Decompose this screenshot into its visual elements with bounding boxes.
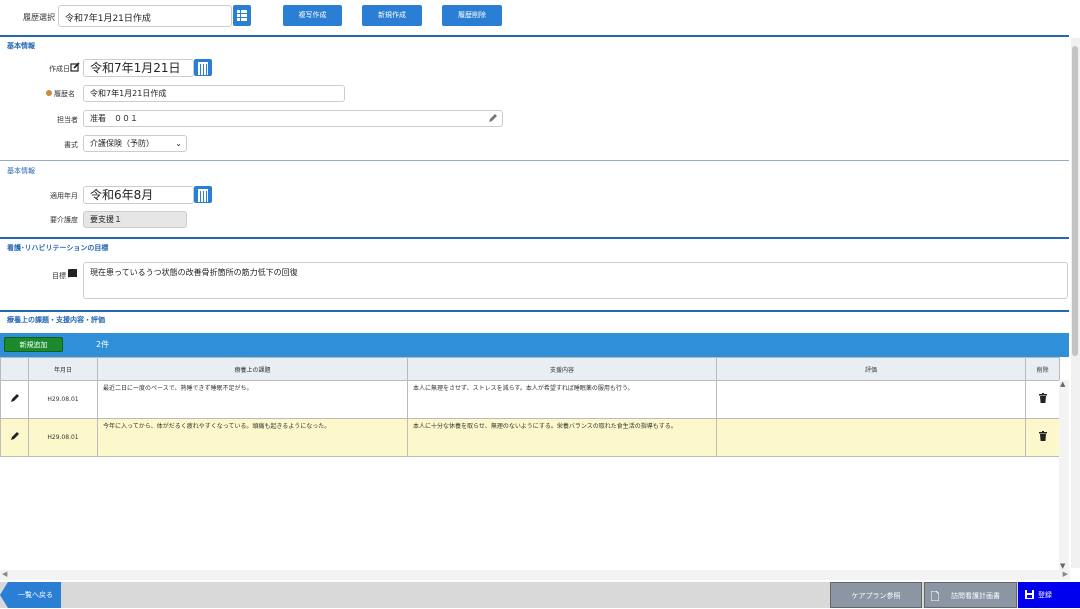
pencil-icon[interactable]: [10, 393, 20, 403]
book-icon: [68, 269, 77, 278]
edit-note-icon: [70, 62, 80, 72]
delete-cell[interactable]: [1025, 380, 1060, 419]
care-level-value: 要支援１: [83, 211, 187, 228]
scroll-right-icon[interactable]: ▶: [1063, 570, 1068, 578]
horizontal-scrollbar[interactable]: ◀ ▶: [0, 570, 1070, 580]
back-to-list-button[interactable]: 一覧へ戻る: [0, 582, 61, 608]
date-cell: H29.08.01: [28, 380, 98, 419]
issues-table: 年月日 療養上の課題 支援内容 評価 削除 H29.08.01 最近二日に一度の…: [0, 357, 1060, 457]
format-label: 書式: [64, 141, 78, 149]
calendar-icon[interactable]: [194, 186, 212, 203]
history-name-label: 履歴名: [54, 90, 75, 98]
table-row[interactable]: H29.08.01 最近二日に一度のペースで、熟睡できず睡眠不足がち。 本人に無…: [0, 380, 1060, 419]
col-header-eval[interactable]: 評価: [716, 357, 1026, 381]
issue-cell: 今年に入ってから、体がだるく疲れやすくなっている。頭痛も起きるようになった。: [97, 418, 408, 457]
format-select[interactable]: 介護保険（予防） ⌄: [83, 135, 187, 152]
apply-month-label: 適用年月: [50, 192, 78, 200]
col-header-issue[interactable]: 療養上の課題: [97, 357, 408, 381]
floppy-disk-icon: [1025, 590, 1034, 599]
history-list-button[interactable]: [233, 5, 251, 26]
calendar-icon[interactable]: [194, 59, 212, 76]
support-cell: 本人に無理をさせず、ストレスを減らす。本人が希望すれば睡眠薬の服用も行う。: [407, 380, 717, 419]
delete-cell[interactable]: [1025, 418, 1060, 457]
date-cell: H29.08.01: [28, 418, 98, 457]
grid-header-bar: 新規追加 2件: [0, 333, 1069, 357]
nursing-plan-label: 訪問看護計画書: [951, 592, 1000, 600]
issue-cell: 最近二日に一度のペースで、熟睡できず睡眠不足がち。: [97, 380, 408, 419]
section-divider: [0, 35, 1069, 37]
col-header-delete: 削除: [1025, 357, 1060, 381]
created-date-input[interactable]: 令和7年1月21日: [83, 59, 194, 77]
apply-month-input[interactable]: 令和6年8月: [83, 186, 194, 204]
edit-cell[interactable]: [0, 380, 29, 419]
nursing-plan-button[interactable]: 訪問看護計画書: [924, 582, 1017, 608]
save-button[interactable]: 登録: [1018, 582, 1080, 608]
scroll-left-icon[interactable]: ◀: [2, 570, 7, 578]
eval-cell: [716, 380, 1026, 419]
pencil-icon[interactable]: [488, 113, 498, 123]
col-header-support[interactable]: 支援内容: [407, 357, 717, 381]
pencil-icon[interactable]: [10, 431, 20, 441]
care-level-label: 要介護度: [50, 216, 78, 224]
section-title-basic: 基本情報: [7, 42, 35, 50]
staff-value: 准看 ００１: [90, 114, 138, 123]
trash-icon[interactable]: [1038, 431, 1047, 441]
history-select-input[interactable]: 令和7年1月21日作成: [58, 5, 232, 27]
section-divider: [0, 310, 1069, 312]
section-divider: [0, 237, 1069, 239]
list-grid-icon: [237, 10, 247, 21]
careplan-ref-button[interactable]: ケアプラン参照: [830, 582, 922, 608]
staff-label: 担当者: [57, 116, 78, 124]
scroll-thumb[interactable]: [1072, 46, 1078, 356]
section-title-issues: 療養上の課題・支援内容・評価: [7, 316, 105, 324]
history-name-input[interactable]: 令和7年1月21日作成: [83, 85, 345, 102]
table-header-row: 年月日 療養上の課題 支援内容 評価 削除: [0, 357, 1060, 381]
section-title-basic2: 基本情報: [7, 167, 35, 175]
edit-cell[interactable]: [0, 418, 29, 457]
history-select-label: 履歴選択: [23, 13, 55, 22]
new-create-button[interactable]: 新規作成: [362, 5, 422, 26]
created-date-label: 作成日: [30, 64, 70, 74]
table-scrollbar[interactable]: ▲ ▼: [1059, 380, 1069, 570]
scroll-up-icon[interactable]: ▲: [1060, 380, 1065, 388]
goal-textarea[interactable]: 現在患っているうつ状態の改善骨折箇所の筋力低下の回復: [83, 262, 1068, 299]
support-cell: 本人に十分な休養を取らせ、無理のないようにする。栄養バランスの取れた食生活の指導…: [407, 418, 717, 457]
table-row[interactable]: H29.08.01 今年に入ってから、体がだるく疲れやすくなっている。頭痛も起き…: [0, 418, 1060, 457]
copy-create-button[interactable]: 複写作成: [283, 5, 342, 26]
format-value: 介護保険（予防）: [90, 139, 154, 148]
required-dot-icon: [46, 90, 52, 96]
top-bar: 履歴選択 令和7年1月21日作成 複写作成 新規作成 履歴削除: [0, 0, 1070, 34]
scroll-down-icon[interactable]: ▼: [1060, 562, 1065, 570]
staff-input[interactable]: 准看 ００１: [83, 110, 503, 127]
created-date-label-text: 作成日: [49, 65, 70, 73]
chevron-down-icon: ⌄: [175, 139, 182, 148]
col-header-date[interactable]: 年月日: [28, 357, 98, 381]
page-scrollbar[interactable]: [1071, 38, 1080, 568]
row-count: 2件: [96, 340, 110, 349]
trash-icon[interactable]: [1038, 393, 1047, 403]
goal-label: 目標: [52, 272, 66, 280]
save-label: 登録: [1038, 591, 1052, 599]
col-header-edit: [0, 357, 29, 381]
document-icon: [931, 591, 939, 601]
add-new-button[interactable]: 新規追加: [4, 337, 63, 352]
section-title-goal: 看護･リハビリテーションの目標: [7, 244, 109, 252]
history-delete-button[interactable]: 履歴削除: [442, 5, 502, 26]
eval-cell: [716, 418, 1026, 457]
section-divider: [0, 160, 1069, 161]
